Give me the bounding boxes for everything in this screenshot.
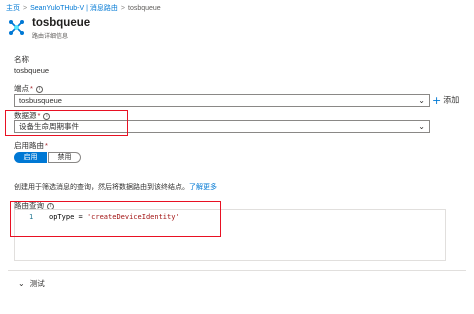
route-description: 创建用于筛选消息的查询，然后将数据路由到该终结点。了解更多 bbox=[14, 182, 217, 192]
learn-more-link[interactable]: 了解更多 bbox=[189, 184, 217, 191]
breadcrumb-separator: > bbox=[23, 5, 28, 12]
add-endpoint-button[interactable]: + 添加 bbox=[432, 94, 459, 107]
plus-icon: + bbox=[432, 94, 442, 107]
endpoint-select[interactable]: tosbusqueue ⌄ bbox=[14, 94, 430, 107]
name-label: 名称 bbox=[14, 55, 29, 64]
disable-option[interactable]: 禁用 bbox=[48, 152, 81, 163]
enable-route-label: 启用路由* bbox=[14, 140, 48, 151]
chevron-down-icon: ⌄ bbox=[418, 122, 425, 131]
add-endpoint-label: 添加 bbox=[443, 95, 460, 105]
enable-route-label-text: 启用路由 bbox=[14, 141, 44, 150]
section-divider bbox=[8, 270, 466, 271]
enable-option[interactable]: 启用 bbox=[14, 152, 47, 163]
enable-route-toggle[interactable]: 启用 禁用 bbox=[14, 152, 81, 163]
endpoint-select-value: tosbusqueue bbox=[19, 96, 62, 105]
page-subtitle: 路由详细信息 bbox=[32, 34, 69, 40]
endpoint-label: 端点* i bbox=[14, 83, 43, 94]
breadcrumb: 主页 > SeanYuloTHub-V | 消息路由 > tosbqueue bbox=[6, 3, 161, 13]
breadcrumb-current: tosbqueue bbox=[128, 5, 161, 12]
required-marker: * bbox=[30, 84, 33, 93]
required-marker: * bbox=[45, 141, 48, 150]
test-label: 测试 bbox=[29, 279, 45, 288]
name-value: tosbqueue bbox=[14, 66, 50, 75]
test-section-toggle[interactable]: ⌄ 测试 bbox=[18, 278, 45, 289]
route-description-text: 创建用于筛选消息的查询，然后将数据路由到该终结点。 bbox=[14, 184, 189, 191]
breadcrumb-separator: > bbox=[120, 5, 125, 12]
chevron-down-icon: ⌄ bbox=[18, 279, 25, 288]
endpoint-label-text: 端点 bbox=[14, 84, 29, 93]
breadcrumb-hub[interactable]: SeanYuloTHub-V | 消息路由 bbox=[30, 5, 118, 12]
highlight-box-data-source bbox=[5, 110, 128, 136]
highlight-box-route-query bbox=[10, 201, 221, 237]
iot-hub-icon bbox=[9, 20, 24, 35]
info-icon[interactable]: i bbox=[35, 85, 43, 93]
breadcrumb-home[interactable]: 主页 bbox=[6, 5, 20, 12]
chevron-down-icon: ⌄ bbox=[418, 96, 425, 105]
page-title: tosbqueue bbox=[32, 17, 91, 29]
